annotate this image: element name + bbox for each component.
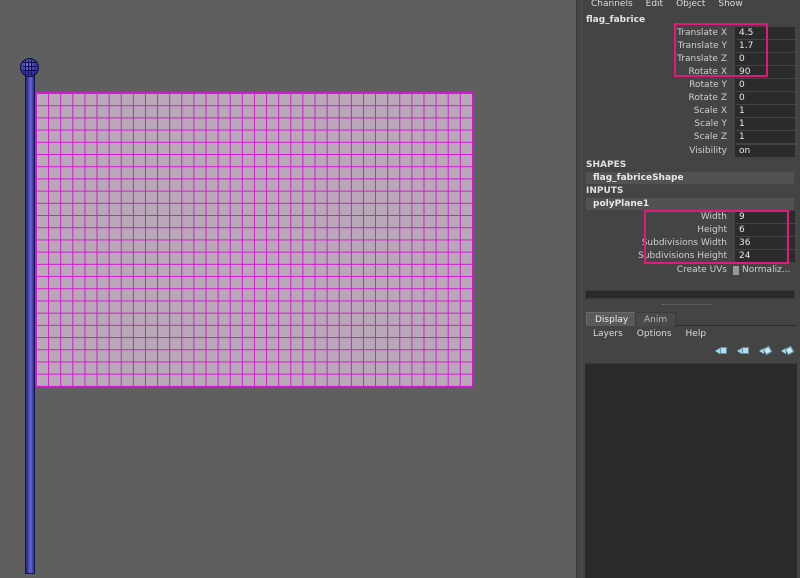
attr-row-translate-y: Translate Y 1.7 (582, 40, 800, 53)
attr-row-rotate-z: Rotate Z 0 (582, 92, 800, 105)
move-layer-up-icon[interactable] (715, 346, 729, 356)
input-node-name[interactable]: polyPlane1 (586, 198, 794, 210)
menu-object[interactable]: Object (676, 0, 705, 11)
menu-show[interactable]: Show (718, 0, 742, 11)
shapes-section-header: SHAPES (586, 160, 627, 170)
attr-label[interactable]: Create UVs (677, 265, 727, 275)
attr-label[interactable]: Width (701, 212, 727, 222)
attr-row-translate-x: Translate X 4.5 (582, 27, 800, 40)
attr-row-translate-z: Translate Z 0 (582, 53, 800, 66)
tab-display[interactable]: Display (586, 312, 638, 326)
menu-edit[interactable]: Edit (646, 0, 663, 11)
transform-node-name[interactable]: flag_fabrice (586, 15, 645, 25)
layer-editor: Display Anim Layers Options Help (585, 311, 797, 578)
new-layer-from-selection-icon[interactable] (781, 345, 795, 356)
attr-row-scale-z: Scale Z 1 (582, 131, 800, 144)
attr-label[interactable]: Visibility (689, 146, 727, 156)
attr-row-subdivisions-width: Subdivisions Width 36 (582, 237, 800, 250)
menu-options[interactable]: Options (637, 329, 672, 339)
viewport-3d[interactable] (0, 0, 576, 578)
attr-value-field[interactable]: 36 (735, 237, 795, 249)
layer-list[interactable] (585, 363, 797, 578)
attr-label[interactable]: Subdivisions Width (642, 238, 727, 248)
attr-label[interactable]: Translate Y (678, 41, 727, 51)
attr-row-rotate-y: Rotate Y 0 (582, 79, 800, 92)
attr-row-subdivisions-height: Subdivisions Height 24 (582, 250, 800, 263)
attr-value-field[interactable]: 90 (735, 66, 795, 78)
attr-row-scale-y: Scale Y 1 (582, 118, 800, 131)
attr-value-field[interactable]: 24 (735, 250, 795, 262)
attr-label[interactable]: Translate X (677, 28, 727, 38)
attr-label[interactable]: Scale Z (694, 132, 727, 142)
create-uvs-swatch[interactable] (733, 266, 739, 275)
create-uvs-value[interactable]: Normaliz... (742, 265, 790, 275)
layer-editor-tabbar: Display Anim (585, 311, 797, 326)
attr-label[interactable]: Height (697, 225, 727, 235)
attr-value-field[interactable]: 0 (735, 79, 795, 91)
horizontal-scrollbar[interactable] (585, 290, 795, 299)
attr-row-create-uvs: Create UVs Normaliz... (582, 264, 800, 277)
new-layer-icon[interactable] (759, 345, 773, 356)
menu-layers[interactable]: Layers (593, 329, 623, 339)
attr-value-field[interactable]: 1 (735, 105, 795, 117)
attr-row-height: Height 6 (582, 224, 800, 237)
tab-anim[interactable]: Anim (635, 312, 677, 326)
attr-value-field[interactable]: 1.7 (735, 40, 795, 52)
attr-value-field[interactable]: 4.5 (735, 27, 795, 39)
attr-label[interactable]: Scale X (694, 106, 727, 116)
attr-value-field[interactable]: 1 (735, 131, 795, 143)
flag-pole[interactable] (25, 66, 35, 574)
attr-value-field[interactable]: 9 (735, 211, 795, 223)
shape-node-name[interactable]: flag_fabriceShape (586, 172, 794, 184)
attr-value-field[interactable]: 6 (735, 224, 795, 236)
attr-label[interactable]: Scale Y (694, 119, 727, 129)
attr-value-field[interactable]: 0 (735, 92, 795, 104)
flag-pole-finial[interactable] (20, 58, 39, 77)
attr-row-visibility: Visibility on (582, 145, 800, 158)
channel-box-menubar: Channels Edit Object Show (582, 0, 800, 11)
flag-mesh-wireframe[interactable] (35, 92, 473, 387)
channel-box-panel: Channels Edit Object Show flag_fabrice T… (582, 0, 800, 578)
attr-label[interactable]: Subdivisions Height (638, 251, 727, 261)
pane-divider-grip[interactable] (662, 304, 712, 306)
attr-label[interactable]: Rotate X (689, 67, 728, 77)
attr-value-field[interactable]: on (735, 145, 795, 157)
attr-label[interactable]: Translate Z (677, 54, 727, 64)
attr-value-field[interactable]: 1 (735, 118, 795, 130)
menu-help[interactable]: Help (686, 329, 707, 339)
attr-row-rotate-x: Rotate X 90 (582, 66, 800, 79)
attr-row-scale-x: Scale X 1 (582, 105, 800, 118)
menu-channels[interactable]: Channels (591, 0, 633, 11)
move-layer-down-icon[interactable] (737, 346, 751, 356)
attr-label[interactable]: Rotate Y (689, 80, 727, 90)
layer-editor-menubar: Layers Options Help (593, 329, 706, 339)
attr-label[interactable]: Rotate Z (689, 93, 728, 103)
attr-row-width: Width 9 (582, 211, 800, 224)
inputs-section-header: INPUTS (586, 186, 624, 196)
attr-value-field[interactable]: 0 (735, 53, 795, 65)
layer-toolbar (715, 345, 795, 356)
